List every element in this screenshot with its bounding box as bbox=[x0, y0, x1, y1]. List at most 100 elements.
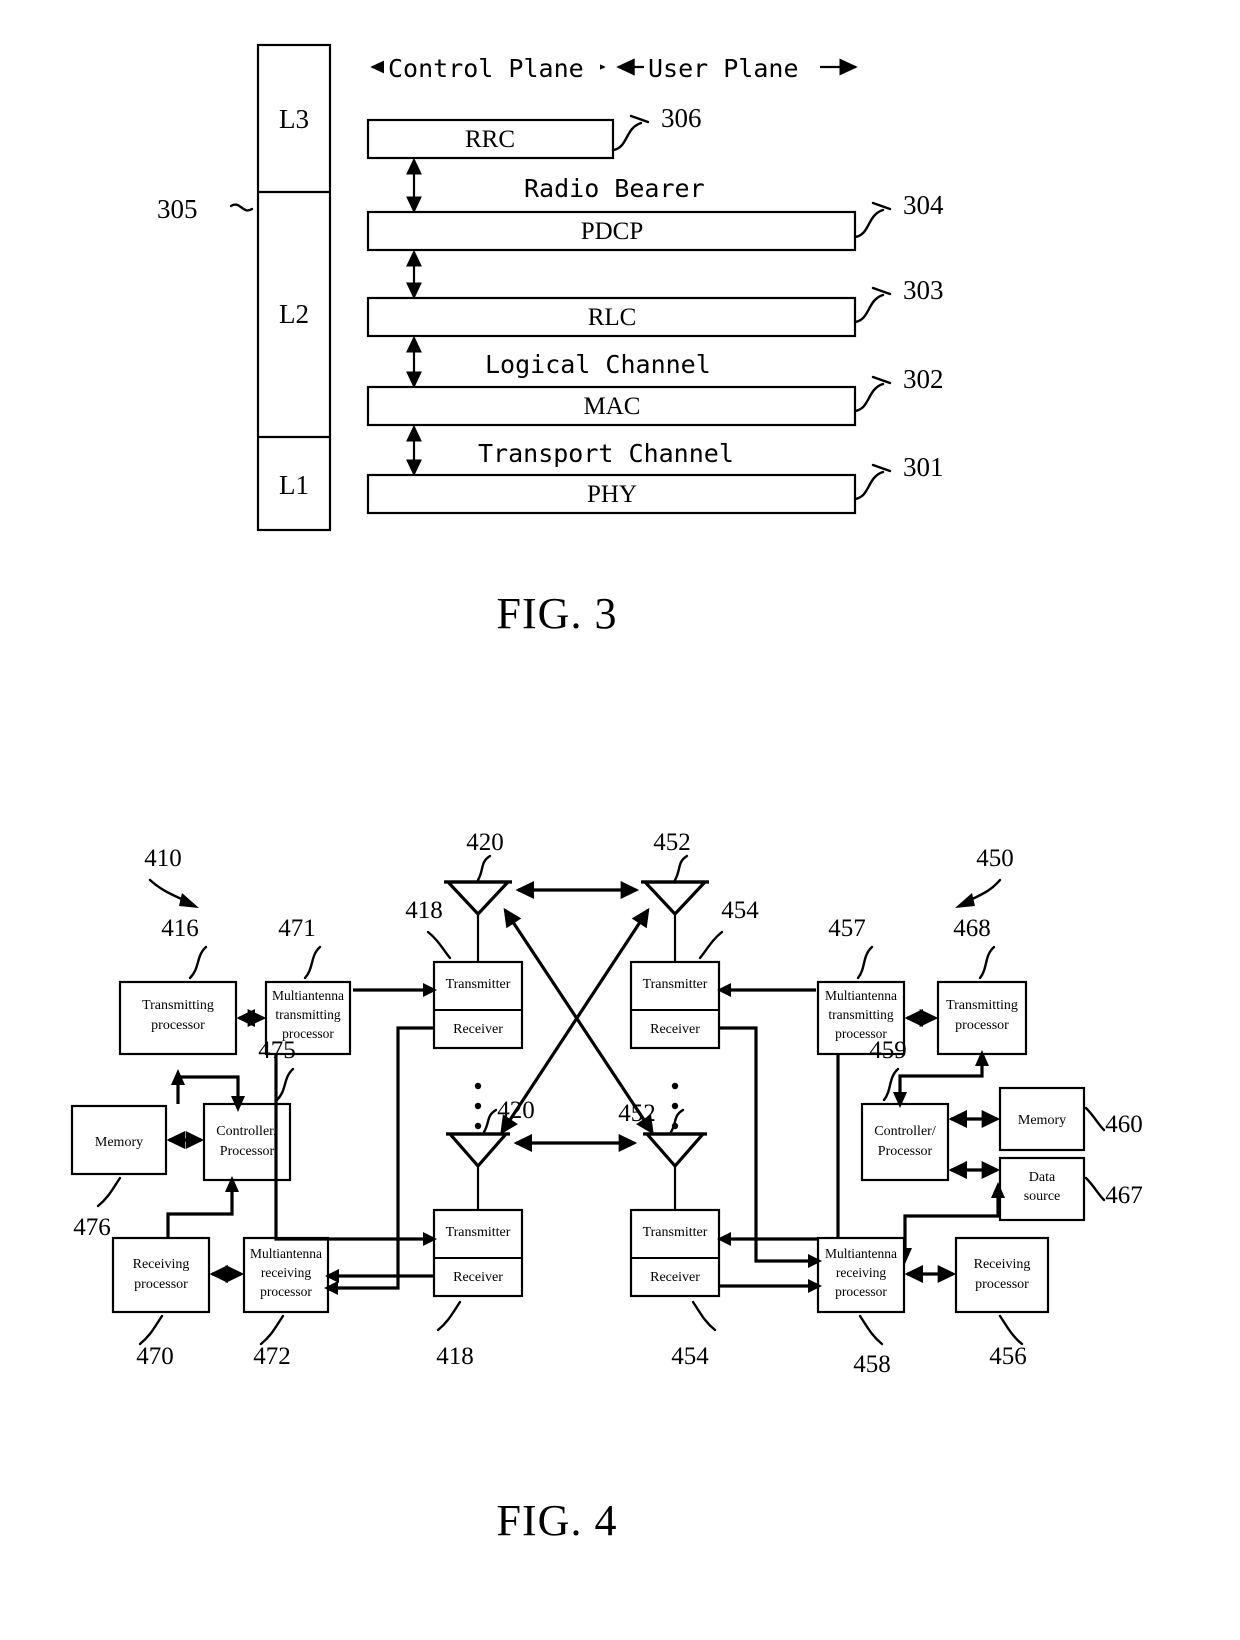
ref-number-452-bottom: 452 bbox=[618, 1100, 656, 1127]
right-receiving-processor-label-1: Receiving bbox=[974, 1257, 1031, 1272]
ref-number-416: 416 bbox=[161, 915, 199, 942]
layer-label-l2: L2 bbox=[279, 299, 309, 329]
right-transceiver-2: Transmitter Receiver 452 454 bbox=[618, 1100, 721, 1370]
right-receiver-label-1: Receiver bbox=[650, 1022, 700, 1037]
ref-number-306: 306 bbox=[661, 103, 702, 133]
right-data-source-label-2: source bbox=[1024, 1189, 1061, 1204]
ref-number-459: 459 bbox=[869, 1037, 907, 1064]
mac-label: MAC bbox=[584, 393, 641, 420]
right-transmitting-processor-label-2: processor bbox=[955, 1018, 1009, 1033]
ref-number-450: 450 bbox=[976, 845, 1014, 872]
protocol-box-rrc: RRC 306 bbox=[366, 103, 702, 160]
right-ma-rx-label-1: Multiantenna bbox=[825, 1246, 897, 1261]
figure-3: Control Plane User Plane Control Plane U… bbox=[157, 43, 944, 638]
left-controller-label-2: Processor bbox=[220, 1144, 275, 1159]
left-transmitting-processor-label-2: processor bbox=[151, 1018, 205, 1033]
ref-number-454-top: 454 bbox=[721, 897, 759, 924]
right-transceiver-1: Transmitter Receiver 452 454 bbox=[629, 829, 759, 1050]
left-antenna-ellipsis bbox=[474, 1082, 482, 1130]
right-transmitting-processor-label-1: Transmitting bbox=[946, 998, 1018, 1013]
right-controller-label-1: Controller/ bbox=[874, 1124, 936, 1139]
ref-number-467: 467 bbox=[1105, 1182, 1143, 1209]
ref-number-476: 476 bbox=[73, 1214, 111, 1241]
ref-number-418-bottom: 418 bbox=[436, 1343, 474, 1370]
left-multiantenna-receiving-processor: Multiantenna receiving processor 472 bbox=[242, 1236, 330, 1370]
right-controller-label-2: Processor bbox=[878, 1144, 933, 1159]
patent-figure-page: Control Plane User Plane Control Plane U… bbox=[0, 0, 1240, 1596]
left-transmitting-processor-label-1: Transmitting bbox=[142, 998, 214, 1013]
link-left-matx-tx2 bbox=[274, 1055, 428, 1241]
ref-number-418-top: 418 bbox=[405, 897, 443, 924]
figure-4-caption: FIG. 4 bbox=[497, 1496, 618, 1545]
protocol-box-rlc: RLC 303 bbox=[366, 275, 944, 338]
ref-number-452-top: 452 bbox=[653, 829, 691, 856]
ref-number-468: 468 bbox=[953, 915, 991, 942]
link-left-rx1-marx bbox=[333, 1026, 434, 1290]
interface-label-logical-channel: Logical Channel bbox=[485, 350, 711, 379]
ref-number-420-top: 420 bbox=[466, 829, 504, 856]
left-transmitter-label-2: Transmitter bbox=[446, 1225, 511, 1240]
left-transmitter-label-1: Transmitter bbox=[446, 977, 511, 992]
ref-number-410: 410 bbox=[144, 845, 182, 872]
rrc-label: RRC bbox=[465, 126, 515, 153]
interface-label-radio-bearer: Radio Bearer bbox=[524, 174, 705, 203]
left-receiving-processor-label-2: processor bbox=[134, 1277, 188, 1292]
pdcp-label: PDCP bbox=[581, 218, 644, 245]
left-transmitting-processor: Transmitting processor 416 bbox=[118, 915, 238, 1056]
right-transmitting-processor: Transmitting processor 468 bbox=[936, 915, 1028, 1056]
right-receiving-processor-label-2: processor bbox=[975, 1277, 1029, 1292]
left-ma-rx-label-2: receiving bbox=[261, 1265, 311, 1280]
left-transceiver-1: Transmitter Receiver 420 418 bbox=[405, 829, 524, 1050]
right-receiving-processor: Receiving processor 456 bbox=[954, 1236, 1050, 1370]
right-ma-rx-label-2: receiving bbox=[836, 1265, 886, 1280]
ref-number-470: 470 bbox=[136, 1343, 174, 1370]
link-right-matx-tx2 bbox=[726, 1055, 840, 1241]
figure-3-caption: FIG. 3 bbox=[497, 589, 618, 638]
left-transceiver-2: Transmitter Receiver 420 418 bbox=[432, 1097, 535, 1370]
layer-column: L3 L2 L1 bbox=[256, 43, 332, 532]
ref-number-457: 457 bbox=[828, 915, 866, 942]
rlc-label: RLC bbox=[588, 304, 637, 331]
right-transmitter-label-1: Transmitter bbox=[643, 977, 708, 992]
left-receiving-processor: Receiving processor 470 bbox=[111, 1236, 211, 1370]
user-plane-label-fg: User Plane bbox=[648, 54, 799, 83]
interface-label-transport-channel: Transport Channel bbox=[478, 439, 734, 468]
right-ma-tx-label-2: transmitting bbox=[828, 1007, 893, 1022]
link-left-txproc-controller bbox=[176, 1075, 240, 1104]
figure-4: 410 450 Transmitting processor 416 Multi… bbox=[70, 829, 1143, 1545]
right-controller-processor: Controller/ Processor 459 bbox=[860, 1037, 950, 1182]
right-multiantenna-receiving-processor: Multiantenna receiving processor 458 bbox=[816, 1236, 906, 1378]
ref-number-471: 471 bbox=[278, 915, 316, 942]
ref-number-303: 303 bbox=[903, 275, 944, 305]
air-link-cross-2 bbox=[500, 907, 650, 1135]
ref-number-302: 302 bbox=[903, 364, 944, 394]
left-ma-rx-label-1: Multiantenna bbox=[250, 1246, 322, 1261]
ref-number-454-bottom: 454 bbox=[671, 1343, 709, 1370]
right-receiver-label-2: Receiver bbox=[650, 1270, 700, 1285]
left-ma-tx-label-1: Multiantenna bbox=[272, 988, 344, 1003]
right-transmitter-label-2: Transmitter bbox=[643, 1225, 708, 1240]
control-plane-label-fg: Control Plane bbox=[388, 54, 584, 83]
left-controller-processor: Controller/ Processor 475 bbox=[202, 1037, 296, 1182]
phy-label: PHY bbox=[587, 481, 637, 508]
ref-number-304: 304 bbox=[903, 190, 944, 220]
ref-number-460: 460 bbox=[1105, 1111, 1143, 1138]
left-controller-label-1: Controller/ bbox=[216, 1124, 278, 1139]
left-memory-label: Memory bbox=[95, 1135, 143, 1150]
device-ref-410: 410 bbox=[144, 845, 199, 908]
ref-number-472: 472 bbox=[253, 1343, 291, 1370]
ref-number-301: 301 bbox=[903, 452, 944, 482]
layer-label-l1: L1 bbox=[279, 470, 309, 500]
left-memory: Memory 476 bbox=[70, 1104, 168, 1241]
right-data-source: Data source 467 bbox=[998, 1156, 1143, 1222]
right-memory: Memory 460 bbox=[998, 1086, 1143, 1152]
right-ma-rx-label-3: processor bbox=[835, 1284, 887, 1299]
right-ma-tx-label-1: Multiantenna bbox=[825, 988, 897, 1003]
device-ref-450: 450 bbox=[955, 845, 1014, 908]
ref-number-458: 458 bbox=[853, 1351, 891, 1378]
layer-label-l3: L3 bbox=[279, 104, 309, 134]
right-memory-label: Memory bbox=[1018, 1113, 1066, 1128]
left-receiver-label-2: Receiver bbox=[453, 1270, 503, 1285]
right-multiantenna-transmitting-processor: Multiantenna transmitting processor 457 bbox=[816, 915, 906, 1056]
left-receiving-processor-label-1: Receiving bbox=[133, 1257, 190, 1272]
